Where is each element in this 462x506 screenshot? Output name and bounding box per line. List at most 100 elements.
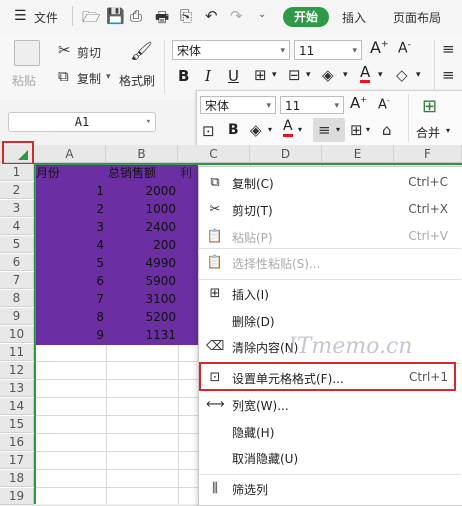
cell-sales[interactable]: 1000 — [106, 201, 178, 218]
print-icon[interactable]: 🖶 — [155, 7, 169, 32]
chevron-down-icon[interactable]: ▾ — [106, 72, 111, 82]
menu-item-column-width[interactable]: ⟷ 列宽(W)... — [198, 392, 462, 418]
merge-cells-icon[interactable]: ⊟ — [288, 66, 301, 84]
tab-insert[interactable]: 插入 — [342, 9, 366, 26]
row-header[interactable]: 8 — [0, 290, 34, 307]
merge-center-icon[interactable]: ⊞ — [422, 96, 437, 117]
chevron-down-icon[interactable]: ▾ — [366, 125, 370, 134]
column-header-b[interactable]: B — [106, 145, 178, 163]
chevron-down-icon[interactable]: ▾ — [378, 70, 383, 80]
cut-button[interactable]: 剪切 — [77, 44, 101, 61]
copy-button[interactable]: 复制 — [77, 70, 101, 87]
row-header[interactable]: 13 — [0, 380, 34, 397]
font-size-select[interactable]: 11 ▾ — [294, 40, 362, 60]
mini-font-name-select[interactable]: 宋体 ▾ — [200, 96, 276, 114]
cell-month[interactable]: 7 — [34, 291, 106, 308]
font-color-icon[interactable]: A — [283, 119, 293, 137]
align-icon[interactable]: ≡ — [442, 40, 455, 58]
menu-item-hide[interactable]: 隐藏(H) — [198, 419, 462, 445]
menu-item-paste-special[interactable]: 📋 选择性粘贴(S)... — [198, 250, 462, 276]
open-folder-icon[interactable]: 🗁 — [82, 7, 101, 32]
border-icon[interactable]: ⊞ — [254, 66, 267, 84]
bold-icon[interactable]: B — [228, 122, 239, 138]
center-align-icon[interactable]: ≡ — [318, 121, 331, 139]
cell-sales[interactable]: 5200 — [106, 309, 178, 326]
cell-month[interactable]: 1 — [34, 183, 106, 200]
cell-month[interactable]: 8 — [34, 309, 106, 326]
row-header[interactable]: 5 — [0, 236, 34, 253]
column-header-c[interactable]: C — [178, 145, 250, 163]
chevron-down-icon[interactable]: ▾ — [272, 70, 277, 80]
format-painter-icon[interactable]: ⌂ — [382, 121, 392, 139]
row-header[interactable]: 6 — [0, 254, 34, 271]
export-pdf-icon[interactable]: ⎘ — [180, 7, 192, 25]
cell-a1[interactable]: 月份 — [34, 165, 108, 182]
cell-b1[interactable]: 总销售额 — [106, 165, 188, 182]
column-header-f[interactable]: F — [394, 145, 462, 163]
row-header[interactable]: 19 — [0, 488, 34, 505]
bold-icon[interactable]: B — [178, 67, 189, 85]
fill-color-icon[interactable]: ◈ — [322, 66, 334, 84]
chevron-down-icon[interactable]: ▾ — [268, 125, 272, 134]
menu-item-insert[interactable]: ⊞ 插入(I) — [198, 281, 462, 307]
cell-month[interactable]: 5 — [34, 255, 106, 272]
cell-sales[interactable]: 2000 — [106, 183, 178, 200]
decrease-font-icon[interactable]: A- — [398, 40, 411, 57]
format-painter-button[interactable]: 格式刷 — [119, 72, 155, 89]
cell-sales[interactable]: 2400 — [106, 219, 178, 236]
save-icon[interactable]: 💾 — [106, 7, 125, 25]
merge-button[interactable]: 合并 — [416, 124, 440, 141]
row-header[interactable]: 11 — [0, 344, 34, 361]
cell-sales[interactable]: 3100 — [106, 291, 178, 308]
row-header[interactable]: 18 — [0, 470, 34, 487]
cell-month[interactable]: 6 — [34, 273, 106, 290]
row-header[interactable]: 10 — [0, 326, 34, 343]
chevron-down-icon[interactable]: ▾ — [298, 125, 302, 134]
menu-item-delete[interactable]: 删除(D) — [198, 308, 462, 334]
copy-icon[interactable]: ⧉ — [58, 67, 69, 85]
chevron-down-icon[interactable]: ▾ — [336, 125, 340, 134]
menu-item-filter-column[interactable]: ⫼ 筛选列 — [198, 476, 462, 502]
italic-icon[interactable]: I — [205, 67, 211, 85]
increase-font-icon[interactable]: A+ — [370, 38, 389, 57]
cell-sales[interactable]: 200 — [106, 237, 178, 254]
chevron-down-icon[interactable]: ▾ — [343, 70, 348, 80]
decrease-font-icon[interactable]: A- — [378, 96, 390, 112]
font-name-select[interactable]: 宋体 ▾ — [172, 40, 290, 60]
cell-c1[interactable]: 利 — [180, 165, 192, 182]
font-color-icon[interactable]: A — [360, 64, 371, 83]
row-header[interactable]: 2 — [0, 182, 34, 199]
cell-sales[interactable]: 5900 — [106, 273, 178, 290]
align-left-icon[interactable]: ≡ — [442, 66, 455, 84]
row-header[interactable]: 9 — [0, 308, 34, 325]
menu-item-paste[interactable]: 📋 粘贴(P) Ctrl+V — [198, 224, 462, 250]
tab-home[interactable]: 开始 — [283, 7, 329, 27]
cell-sales[interactable]: 1131 — [106, 327, 178, 344]
row-header[interactable]: 17 — [0, 452, 34, 469]
increase-font-icon[interactable]: A+ — [350, 94, 367, 112]
chevron-down-icon[interactable]: ▾ — [416, 70, 421, 80]
row-header[interactable]: 4 — [0, 218, 34, 235]
tab-page-layout[interactable]: 页面布局 — [393, 9, 441, 26]
column-header-d[interactable]: D — [250, 145, 322, 163]
row-header[interactable]: 14 — [0, 398, 34, 415]
row-header[interactable]: 15 — [0, 416, 34, 433]
row-header[interactable]: 16 — [0, 434, 34, 451]
paste-button[interactable]: 粘贴 — [12, 72, 36, 89]
row-header[interactable]: 1 — [0, 164, 34, 181]
menu-item-unhide[interactable]: 取消隐藏(U) — [198, 445, 462, 471]
column-header-e[interactable]: E — [322, 145, 394, 163]
scissors-icon[interactable]: ✂ — [58, 41, 71, 59]
mini-font-size-select[interactable]: 11 ▾ — [280, 96, 344, 114]
chevron-down-icon[interactable]: ▾ — [446, 126, 450, 135]
menu-item-cut[interactable]: ✂ 剪切(T) Ctrl+X — [198, 197, 462, 223]
row-header[interactable]: 12 — [0, 362, 34, 379]
border-icon[interactable]: ⊞ — [350, 121, 363, 139]
cell-month[interactable]: 3 — [34, 219, 106, 236]
cell-month[interactable]: 9 — [34, 327, 106, 344]
paste-icon[interactable] — [14, 40, 40, 66]
file-menu[interactable]: 文件 — [34, 9, 58, 26]
column-header-a[interactable]: A — [34, 145, 106, 163]
cell-month[interactable]: 2 — [34, 201, 106, 218]
format-cells-icon[interactable]: ⊡ — [202, 122, 215, 140]
